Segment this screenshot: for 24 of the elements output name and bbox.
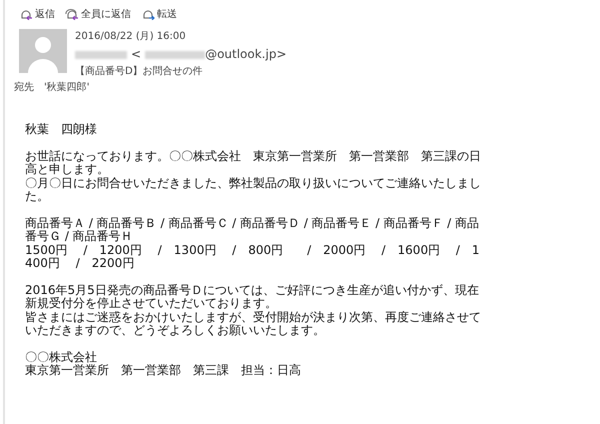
subject-text: 【商品番号D】お問合せの件 xyxy=(75,65,204,79)
body-text: 〇月〇日にお問合せいただきました、弊社製品の取り扱いについてご連絡いたしました。 xyxy=(25,176,481,204)
forward-icon xyxy=(141,8,155,20)
sender-domain: @outlook.jp> xyxy=(205,47,287,62)
toolbar-button[interactable]: 全員に返信 xyxy=(65,7,131,21)
body-text: 東京第一営業所 第一営業部 第三課 担当：日高 xyxy=(25,364,302,378)
to-label: 宛先 xyxy=(14,81,34,95)
body-text: 2016年5月5日発売の商品番号Ｄについては、ご好評につき生産が追い付かず、現在新規受付分を停止させていただいております。 xyxy=(25,284,480,310)
redacted-address xyxy=(145,50,206,58)
body-text: 秋葉 四朗様 xyxy=(25,123,98,136)
redacted-name xyxy=(75,50,127,58)
toolbar-button[interactable]: 転送 xyxy=(141,7,177,21)
avatar-icon xyxy=(19,29,67,73)
reply-icon xyxy=(19,8,33,20)
body-text: お世話になっております。〇〇株式会社 東京第一営業所 第一営業部 第三課の日高と申します。 xyxy=(25,150,481,176)
reply-all-icon xyxy=(65,8,79,20)
sender-bracket: < xyxy=(131,47,142,62)
body-text: 商品番号Ａ / 商品番号Ｂ / 商品番号Ｃ / 商品番号Ｄ / 商品番号Ｅ / 商品番号Ｆ / 商品番号Ｇ / 商品番号Ｈ xyxy=(25,216,480,244)
recipient-name: '秋葉四郎' xyxy=(44,81,90,95)
date-text: 2016/08/22 (月) 16:00 xyxy=(75,30,187,44)
body-text: 皆さまにはご迷惑をおかけいたしますが、受付開始が決まり次第、再度ご連絡させていただきますので、どうぞよろしくお願いいたします。 xyxy=(25,310,481,338)
toolbar-button[interactable]: 返信 xyxy=(19,7,55,21)
body-text: 〇〇株式会社 xyxy=(25,350,98,364)
body-text: 1500円 / 1200円 / 1300円 / 800円 / 2000円 / 1600円 / 1400円 / 2200円 xyxy=(25,244,481,270)
